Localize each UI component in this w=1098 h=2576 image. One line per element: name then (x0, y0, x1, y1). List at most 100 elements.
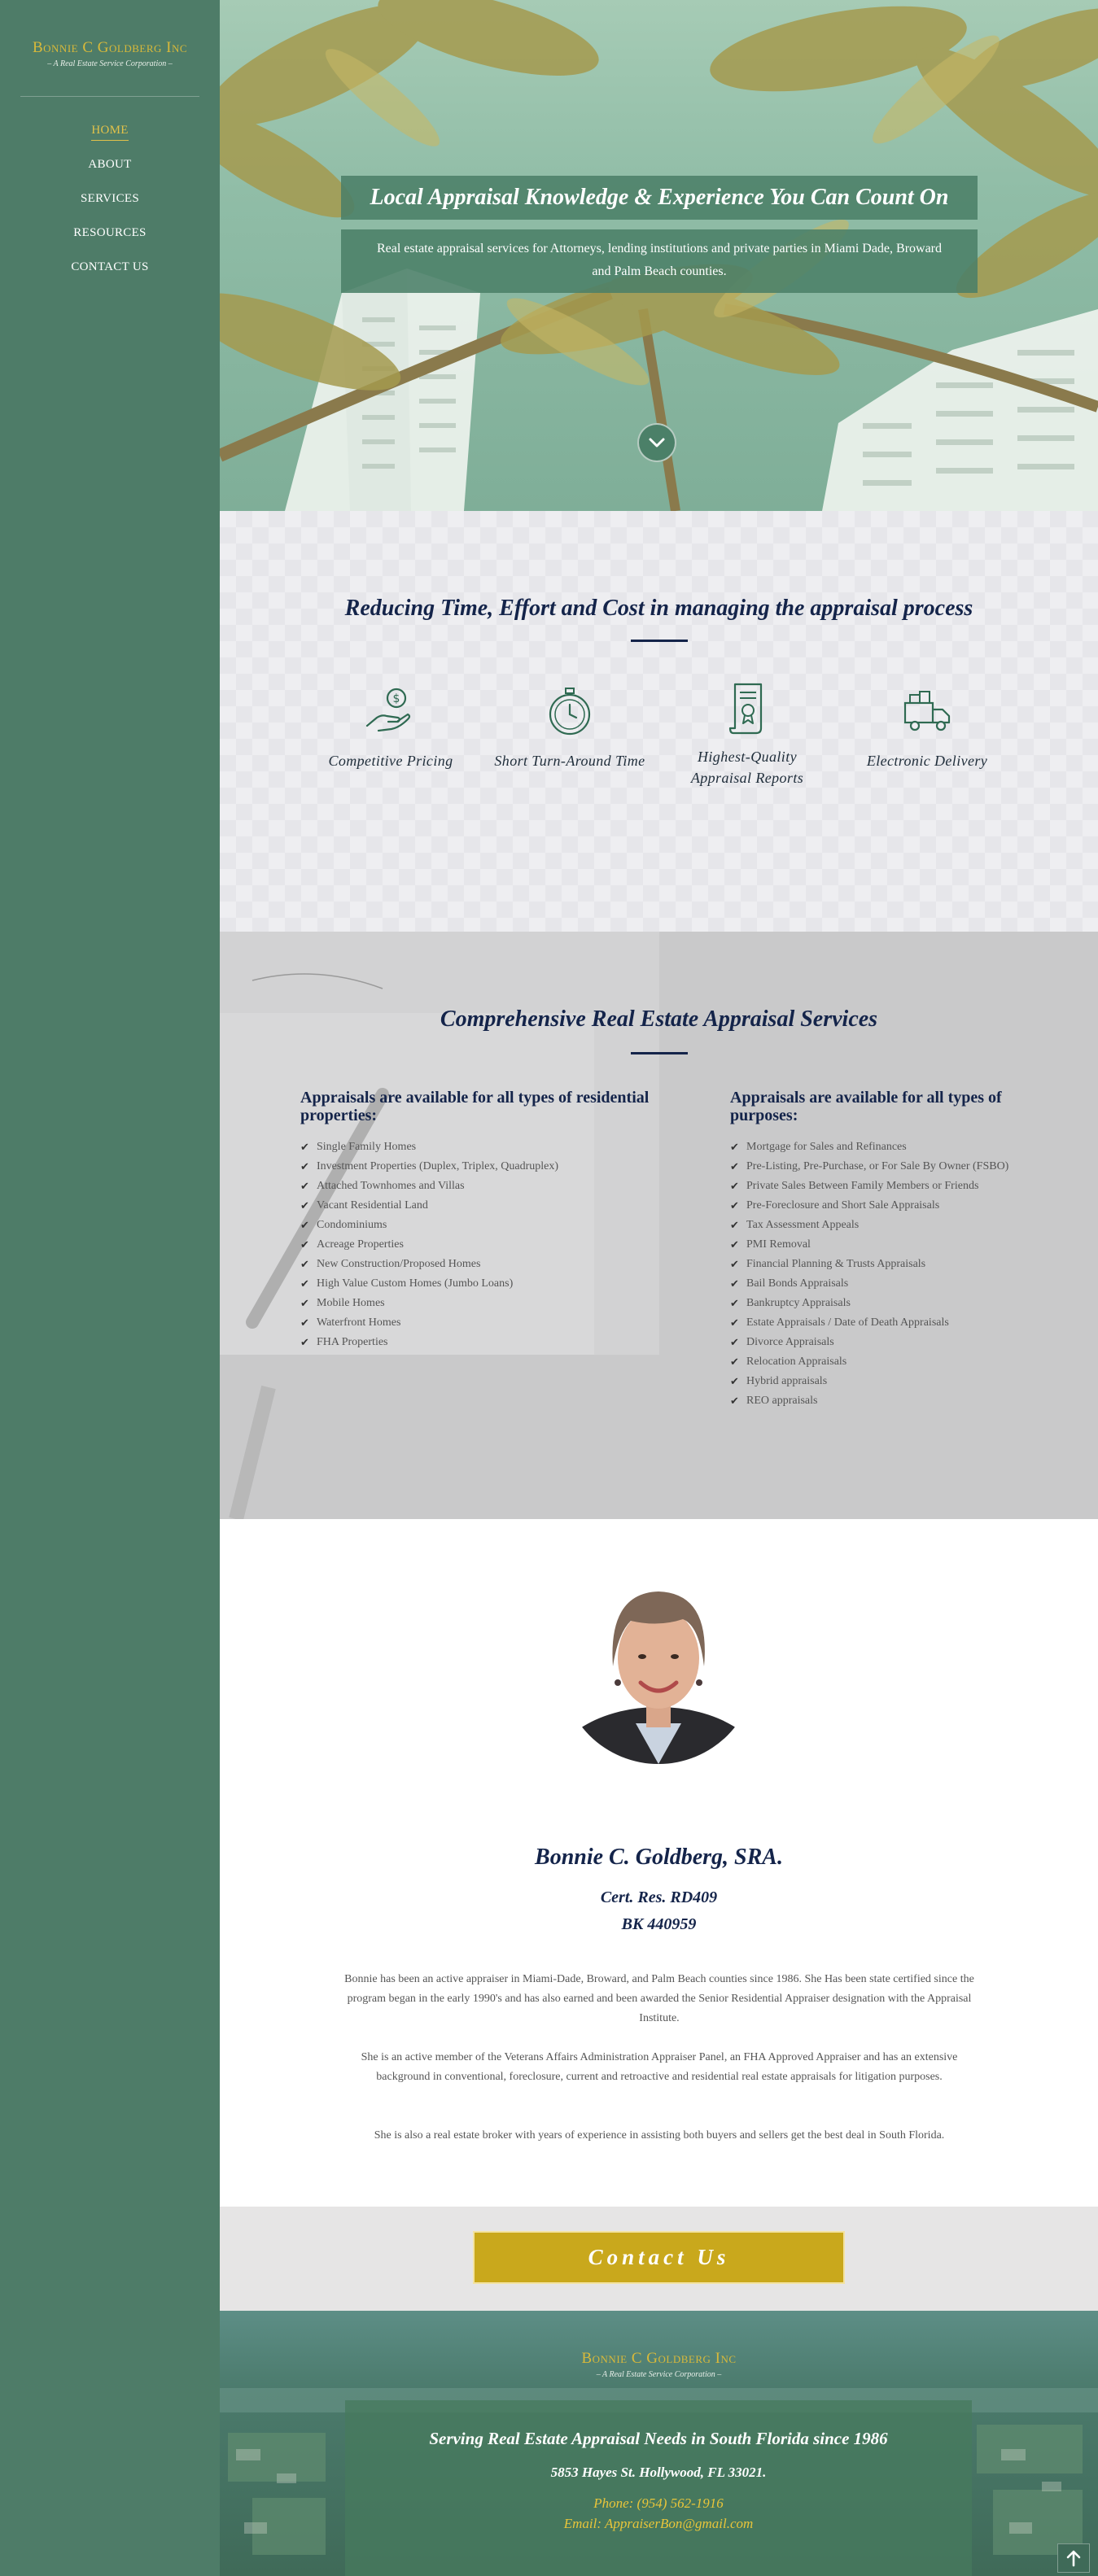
purposes-column: Appraisals are available for all types o… (730, 1089, 1031, 1411)
svg-text:$: $ (393, 692, 400, 705)
features-title-rule (631, 640, 688, 642)
bio-paragraph: She is an active member of the Veterans … (361, 2051, 958, 2083)
nav-item-home[interactable]: HOME (0, 119, 220, 153)
contact-us-button[interactable]: Contact Us (473, 2231, 845, 2284)
chevron-down-icon (649, 438, 665, 448)
logo-tagline: – A Real Estate Service Corporation – (47, 59, 173, 68)
list-item: ✔ Waterfront Homes (300, 1313, 675, 1333)
residential-heading: Appraisals are available for all types o… (300, 1089, 650, 1124)
feature-competitive-pricing: $ Competitive Pricing (313, 683, 468, 771)
hero-subtitle: Real estate appraisal services for Attor… (376, 242, 943, 278)
services-title-rule (631, 1052, 688, 1054)
check-icon: ✔ (730, 1258, 739, 1270)
services-section: Comprehensive Real Estate Appraisal Serv… (220, 932, 1098, 1519)
list-item: ✔ FHA Properties (300, 1333, 675, 1352)
check-icon: ✔ (300, 1258, 309, 1270)
purposes-heading: Appraisals are available for all types o… (730, 1089, 1002, 1124)
check-icon: ✔ (300, 1141, 309, 1153)
hero-subtitle-box: Real estate appraisal services for Attor… (341, 229, 978, 293)
list-item: ✔ Relocation Appraisals (730, 1352, 1031, 1372)
hand-dollar-icon: $ (365, 688, 411, 732)
bio-paragraph: She is also a real estate broker with ye… (374, 2129, 945, 2142)
contact-band: Contact Us (220, 2207, 1098, 2311)
bio-section: Bonnie C. Goldberg, SRA. Cert. Res. RD40… (220, 1519, 1098, 2207)
check-icon: ✔ (300, 1277, 309, 1290)
back-to-top-button[interactable] (1057, 2543, 1090, 2573)
check-icon: ✔ (730, 1160, 739, 1172)
list-item: ✔ Acreage Properties (300, 1235, 675, 1255)
list-item: ✔ Bankruptcy Appraisals (730, 1294, 1031, 1313)
delivery-truck-icon (903, 691, 951, 731)
check-icon: ✔ (730, 1199, 739, 1212)
list-item: ✔ Pre-Listing, Pre-Purchase, or For Sale … (730, 1157, 1031, 1177)
footer-logo-tagline: – A Real Estate Service Corporation – (596, 2370, 722, 2379)
feature-highest-quality-reports: Highest-Quality Appraisal Reports (670, 679, 825, 788)
logo-name: Bonnie C Goldberg Inc (32, 39, 188, 56)
nav-item-services[interactable]: SERVICES (0, 187, 220, 221)
nav-item-label: SERVICES (80, 192, 140, 205)
footer-logo[interactable]: Bonnie C Goldberg Inc – A Real Estate Se… (220, 2350, 1098, 2379)
bio-broker-license: BK 440959 (621, 1915, 697, 1933)
check-icon: ✔ (300, 1219, 309, 1231)
footer-email-link[interactable]: Email: AppraiserBon@gmail.com (345, 2516, 972, 2532)
check-icon: ✔ (300, 1238, 309, 1251)
stopwatch-icon (549, 688, 591, 736)
main-nav: HOME ABOUT SERVICES RESOURCES CONTACT US (0, 119, 220, 290)
check-icon: ✔ (730, 1141, 739, 1153)
check-icon: ✔ (730, 1316, 739, 1329)
check-icon: ✔ (300, 1316, 309, 1329)
list-item: ✔ Tax Assessment Appeals (730, 1216, 1031, 1235)
footer-tagline: Serving Real Estate Appraisal Needs in S… (429, 2429, 888, 2448)
hero-title: Local Appraisal Knowledge & Experience Y… (370, 185, 949, 210)
list-item: ✔ Divorce Appraisals (730, 1333, 1031, 1352)
list-item: ✔ Estate Appraisals / Date of Death Appra… (730, 1313, 1031, 1333)
bio-name: Bonnie C. Goldberg, SRA. (535, 1845, 783, 1870)
nav-item-resources[interactable]: RESOURCES (0, 221, 220, 255)
logo[interactable]: Bonnie C Goldberg Inc – A Real Estate Se… (0, 39, 220, 68)
footer-address: 5853 Hayes St. Hollywood, FL 33021. (550, 2465, 767, 2480)
feature-label: Short Turn-Around Time (494, 753, 645, 769)
features-title: Reducing Time, Effort and Cost in managi… (344, 596, 973, 621)
footer-logo-name: Bonnie C Goldberg Inc (581, 2350, 737, 2367)
bio-paragraph: Bonnie has been an active appraiser in M… (344, 1973, 974, 2024)
list-item: ✔ Mobile Homes (300, 1294, 675, 1313)
footer-info-box: Serving Real Estate Appraisal Needs in S… (345, 2400, 972, 2576)
list-item: ✔ Bail Bonds Appraisals (730, 1274, 1031, 1294)
list-item: ✔ Single Family Homes (300, 1137, 675, 1157)
hero-title-box: Local Appraisal Knowledge & Experience Y… (341, 176, 978, 220)
check-icon: ✔ (730, 1180, 739, 1192)
services-title: Comprehensive Real Estate Appraisal Serv… (440, 1006, 878, 1032)
check-icon: ✔ (730, 1238, 739, 1251)
feature-label: Highest-Quality Appraisal Reports (690, 749, 804, 786)
check-icon: ✔ (730, 1219, 739, 1231)
nav-item-label: HOME (91, 124, 129, 141)
footer-phone-link[interactable]: Phone: (954) 562-1916 (345, 2495, 972, 2512)
check-icon: ✔ (300, 1336, 309, 1348)
list-item: ✔ REO appraisals (730, 1391, 1031, 1411)
check-icon: ✔ (300, 1199, 309, 1212)
check-icon: ✔ (730, 1356, 739, 1368)
list-item: ✔ New Construction/Proposed Homes (300, 1255, 675, 1274)
check-icon: ✔ (730, 1375, 739, 1387)
nav-item-contact-us[interactable]: CONTACT US (0, 255, 220, 290)
purposes-list: ✔ Mortgage for Sales and Refinances ✔ Pre-… (730, 1137, 1031, 1411)
features-section: Reducing Time, Effort and Cost in managi… (220, 511, 1098, 932)
nav-item-label: RESOURCES (73, 226, 147, 239)
list-item: ✔ Private Sales Between Family Members or… (730, 1177, 1031, 1196)
arrow-up-icon (1066, 2550, 1081, 2567)
check-icon: ✔ (300, 1160, 309, 1172)
list-item: ✔ Attached Townhomes and Villas (300, 1177, 675, 1196)
list-item: ✔ Pre-Foreclosure and Short Sale Appraisa… (730, 1196, 1031, 1216)
bio-cert-license: Cert. Res. RD409 (600, 1888, 718, 1906)
nav-item-about[interactable]: ABOUT (0, 153, 220, 187)
footer: Bonnie C Goldberg Inc – A Real Estate Se… (220, 2311, 1098, 2576)
check-icon: ✔ (730, 1277, 739, 1290)
list-item: ✔ Mortgage for Sales and Refinances (730, 1137, 1031, 1157)
check-icon: ✔ (300, 1297, 309, 1309)
list-item: ✔ Vacant Residential Land (300, 1196, 675, 1216)
scroll-down-button[interactable] (637, 423, 676, 462)
check-icon: ✔ (730, 1395, 739, 1407)
feature-short-turn-around-time: Short Turn-Around Time (492, 683, 647, 771)
list-item: ✔ High Value Custom Homes (Jumbo Loans) (300, 1274, 675, 1294)
residential-column: Appraisals are available for all types o… (300, 1089, 675, 1352)
